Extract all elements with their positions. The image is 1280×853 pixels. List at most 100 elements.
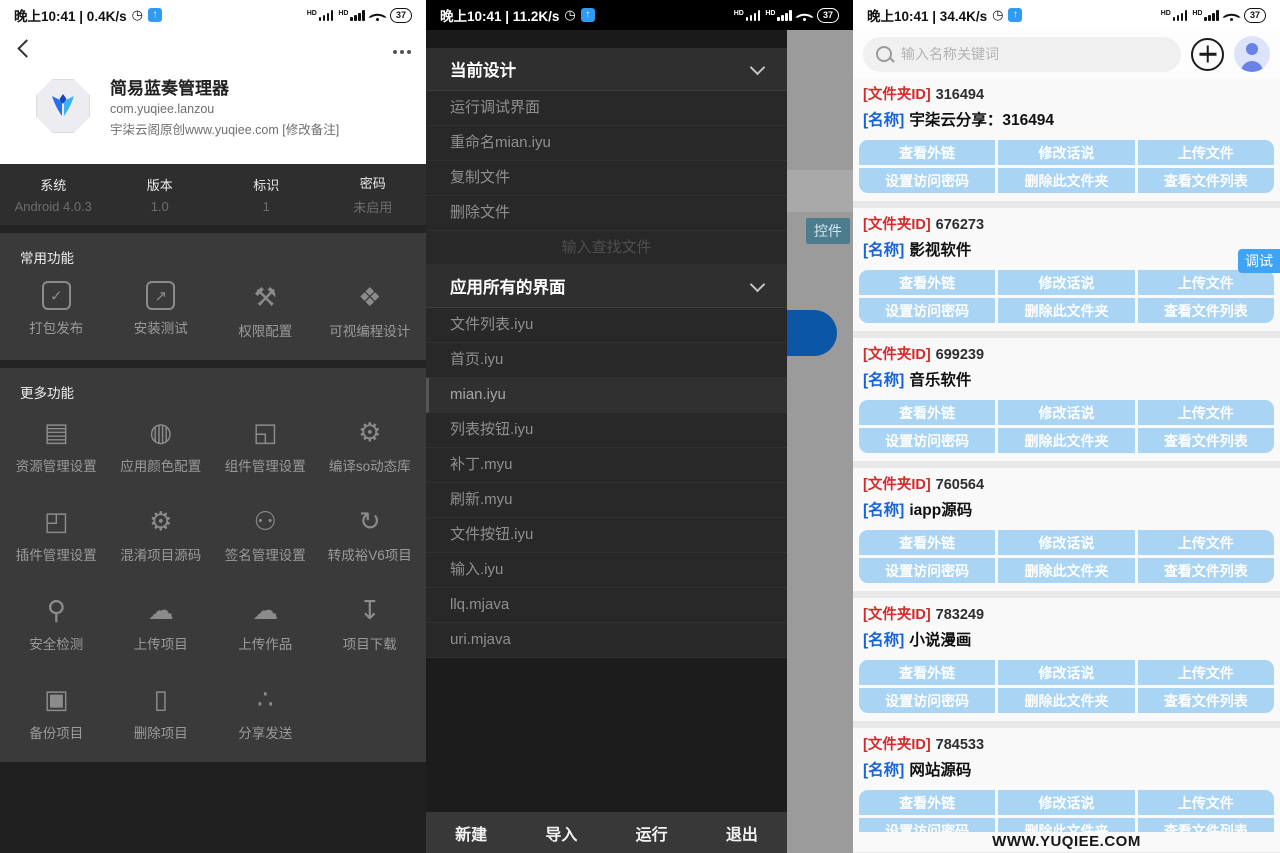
func-delete-project[interactable]: ▯ 删除项目 [109, 683, 214, 742]
menu-rename[interactable]: 重命名mian.iyu [426, 126, 787, 161]
view-files-button[interactable]: 查看文件列表 [1138, 168, 1274, 193]
folder-card: [文件夹ID]676273 [名称]影视软件 查看外链 修改话说 上传文件 设置… [853, 208, 1280, 331]
func-resource-manage[interactable]: ▤ 资源管理设置 [4, 416, 109, 475]
run-button[interactable]: 运行 [607, 821, 697, 845]
trash-icon: ▯ [154, 683, 168, 715]
func-visual-design[interactable]: ❖ 可视编程设计 [318, 281, 423, 340]
func-compile-so[interactable]: ⚙ 编译so动态库 [318, 416, 423, 475]
view-files-button[interactable]: 查看文件列表 [1138, 428, 1274, 453]
folder-id-label: [文件夹ID] [863, 477, 931, 493]
delete-folder-button[interactable]: 删除此文件夹 [998, 688, 1134, 713]
file-item[interactable]: 列表按钮.iyu [426, 413, 787, 448]
hd-badge: HD [1161, 10, 1171, 17]
view-files-button[interactable]: 查看文件列表 [1138, 558, 1274, 583]
upload-file-button[interactable]: 上传文件 [1138, 530, 1274, 555]
set-password-button[interactable]: 设置访问密码 [859, 558, 995, 583]
current-design-header[interactable]: 当前设计 [426, 48, 787, 91]
file-item[interactable]: 首页.iyu [426, 343, 787, 378]
all-interfaces-header[interactable]: 应用所有的界面 [426, 265, 787, 308]
func-component-manage[interactable]: ◱ 组件管理设置 [213, 416, 318, 475]
folder-name-value: iapp源码 [909, 502, 972, 519]
edit-desc-button[interactable]: 修改话说 [998, 400, 1134, 425]
view-link-button[interactable]: 查看外链 [859, 530, 995, 555]
add-button[interactable] [1191, 38, 1224, 71]
edit-desc-button[interactable]: 修改话说 [998, 660, 1134, 685]
func-signature-manage[interactable]: ⚇ 签名管理设置 [213, 505, 318, 564]
view-link-button[interactable]: 查看外链 [859, 140, 995, 165]
folder-name-label: [名称] [863, 762, 904, 779]
upload-file-button[interactable]: 上传文件 [1138, 140, 1274, 165]
debug-float-tag[interactable]: 调试 [1238, 249, 1280, 273]
folder-name-value: 影视软件 [909, 242, 971, 259]
file-item[interactable]: llq.mjava [426, 588, 787, 623]
stitched-screenshots: 晚上10:41 | 0.4K/s ◷ ↑ HD HD 37 [0, 0, 1280, 853]
common-functions-grid: ✓ 打包发布 ↗ 安装测试 ⚒ 权限配置 ❖ 可视编程设计 [0, 277, 426, 346]
view-link-button[interactable]: 查看外链 [859, 660, 995, 685]
set-password-button[interactable]: 设置访问密码 [859, 688, 995, 713]
func-upload-work[interactable]: ☁ 上传作品 [213, 594, 318, 653]
edit-desc-button[interactable]: 修改话说 [998, 140, 1134, 165]
status-time-speed: 晚上10:41 | 11.2K/s [440, 5, 559, 25]
func-app-color[interactable]: ◍ 应用颜色配置 [109, 416, 214, 475]
edit-desc-button[interactable]: 修改话说 [998, 270, 1134, 295]
upload-file-button[interactable]: 上传文件 [1138, 270, 1274, 295]
view-files-button[interactable]: 查看文件列表 [1138, 298, 1274, 323]
view-link-button[interactable]: 查看外链 [859, 400, 995, 425]
more-menu-icon[interactable] [400, 50, 404, 54]
menu-copy-file[interactable]: 复制文件 [426, 161, 787, 196]
file-search-input[interactable] [426, 231, 787, 264]
folder-actions: 查看外链 修改话说 上传文件 设置访问密码 删除此文件夹 查看文件列表 [859, 400, 1274, 453]
func-plugin-manage[interactable]: ◰ 插件管理设置 [4, 505, 109, 564]
file-item[interactable]: 刷新.myu [426, 483, 787, 518]
edit-desc-button[interactable]: 修改话说 [998, 530, 1134, 555]
func-pack-publish[interactable]: ✓ 打包发布 [4, 281, 109, 340]
func-permission-config[interactable]: ⚒ 权限配置 [213, 281, 318, 340]
func-convert-v6[interactable]: ↻ 转成裕V6项目 [318, 505, 423, 564]
func-security-check[interactable]: ⚲ 安全检测 [4, 594, 109, 653]
view-files-button[interactable]: 查看文件列表 [1138, 688, 1274, 713]
delete-folder-button[interactable]: 删除此文件夹 [998, 168, 1134, 193]
back-icon[interactable] [17, 39, 35, 57]
delete-folder-button[interactable]: 删除此文件夹 [998, 428, 1134, 453]
edit-desc-button[interactable]: 修改话说 [998, 790, 1134, 815]
file-item[interactable]: uri.mjava [426, 623, 787, 658]
underlying-blue-button[interactable] [787, 310, 837, 356]
file-item[interactable]: 文件按钮.iyu [426, 518, 787, 553]
view-link-button[interactable]: 查看外链 [859, 790, 995, 815]
delete-folder-button[interactable]: 删除此文件夹 [998, 558, 1134, 583]
folder-name-label: [名称] [863, 112, 904, 129]
func-share-send[interactable]: ∴ 分享发送 [213, 683, 318, 742]
wifi-icon [1224, 9, 1239, 21]
avatar[interactable] [1234, 36, 1270, 72]
folder-card: [文件夹ID]760564 [名称]iapp源码 查看外链 修改话说 上传文件 … [853, 468, 1280, 591]
import-button[interactable]: 导入 [516, 821, 606, 845]
func-install-test[interactable]: ↗ 安装测试 [109, 281, 214, 340]
file-item[interactable]: 输入.iyu [426, 553, 787, 588]
func-backup-project[interactable]: ▣ 备份项目 [4, 683, 109, 742]
folder-name-label: [名称] [863, 632, 904, 649]
menu-run-debug[interactable]: 运行调试界面 [426, 91, 787, 126]
set-password-button[interactable]: 设置访问密码 [859, 298, 995, 323]
func-upload-project[interactable]: ☁ 上传项目 [109, 594, 214, 653]
set-password-button[interactable]: 设置访问密码 [859, 428, 995, 453]
view-link-button[interactable]: 查看外链 [859, 270, 995, 295]
delete-folder-button[interactable]: 删除此文件夹 [998, 298, 1134, 323]
file-item[interactable]: 文件列表.iyu [426, 308, 787, 343]
menu-delete-file[interactable]: 删除文件 [426, 196, 787, 231]
file-item[interactable]: 补丁.myu [426, 448, 787, 483]
upload-file-button[interactable]: 上传文件 [1138, 790, 1274, 815]
hd-badge: HD [307, 10, 317, 17]
file-item-selected[interactable]: mian.iyu [426, 378, 787, 413]
func-project-download[interactable]: ↧ 项目下载 [318, 594, 423, 653]
upload-file-button[interactable]: 上传文件 [1138, 660, 1274, 685]
set-password-button[interactable]: 设置访问密码 [859, 168, 995, 193]
upload-file-button[interactable]: 上传文件 [1138, 400, 1274, 425]
name-keyword-input[interactable] [863, 37, 1181, 72]
new-button[interactable]: 新建 [426, 821, 516, 845]
widget-float-tag[interactable]: 控件 [806, 218, 850, 244]
more-functions-grid: ▤ 资源管理设置 ◍ 应用颜色配置 ◱ 组件管理设置 ⚙ 编译so动态库 ◰ [0, 412, 426, 748]
func-obfuscate-source[interactable]: ⚙ 混淆项目源码 [109, 505, 214, 564]
exit-button[interactable]: 退出 [697, 821, 787, 845]
drawer-bottom-bar: 新建 导入 运行 退出 [426, 812, 787, 853]
info-version: 版本1.0 [107, 175, 214, 214]
